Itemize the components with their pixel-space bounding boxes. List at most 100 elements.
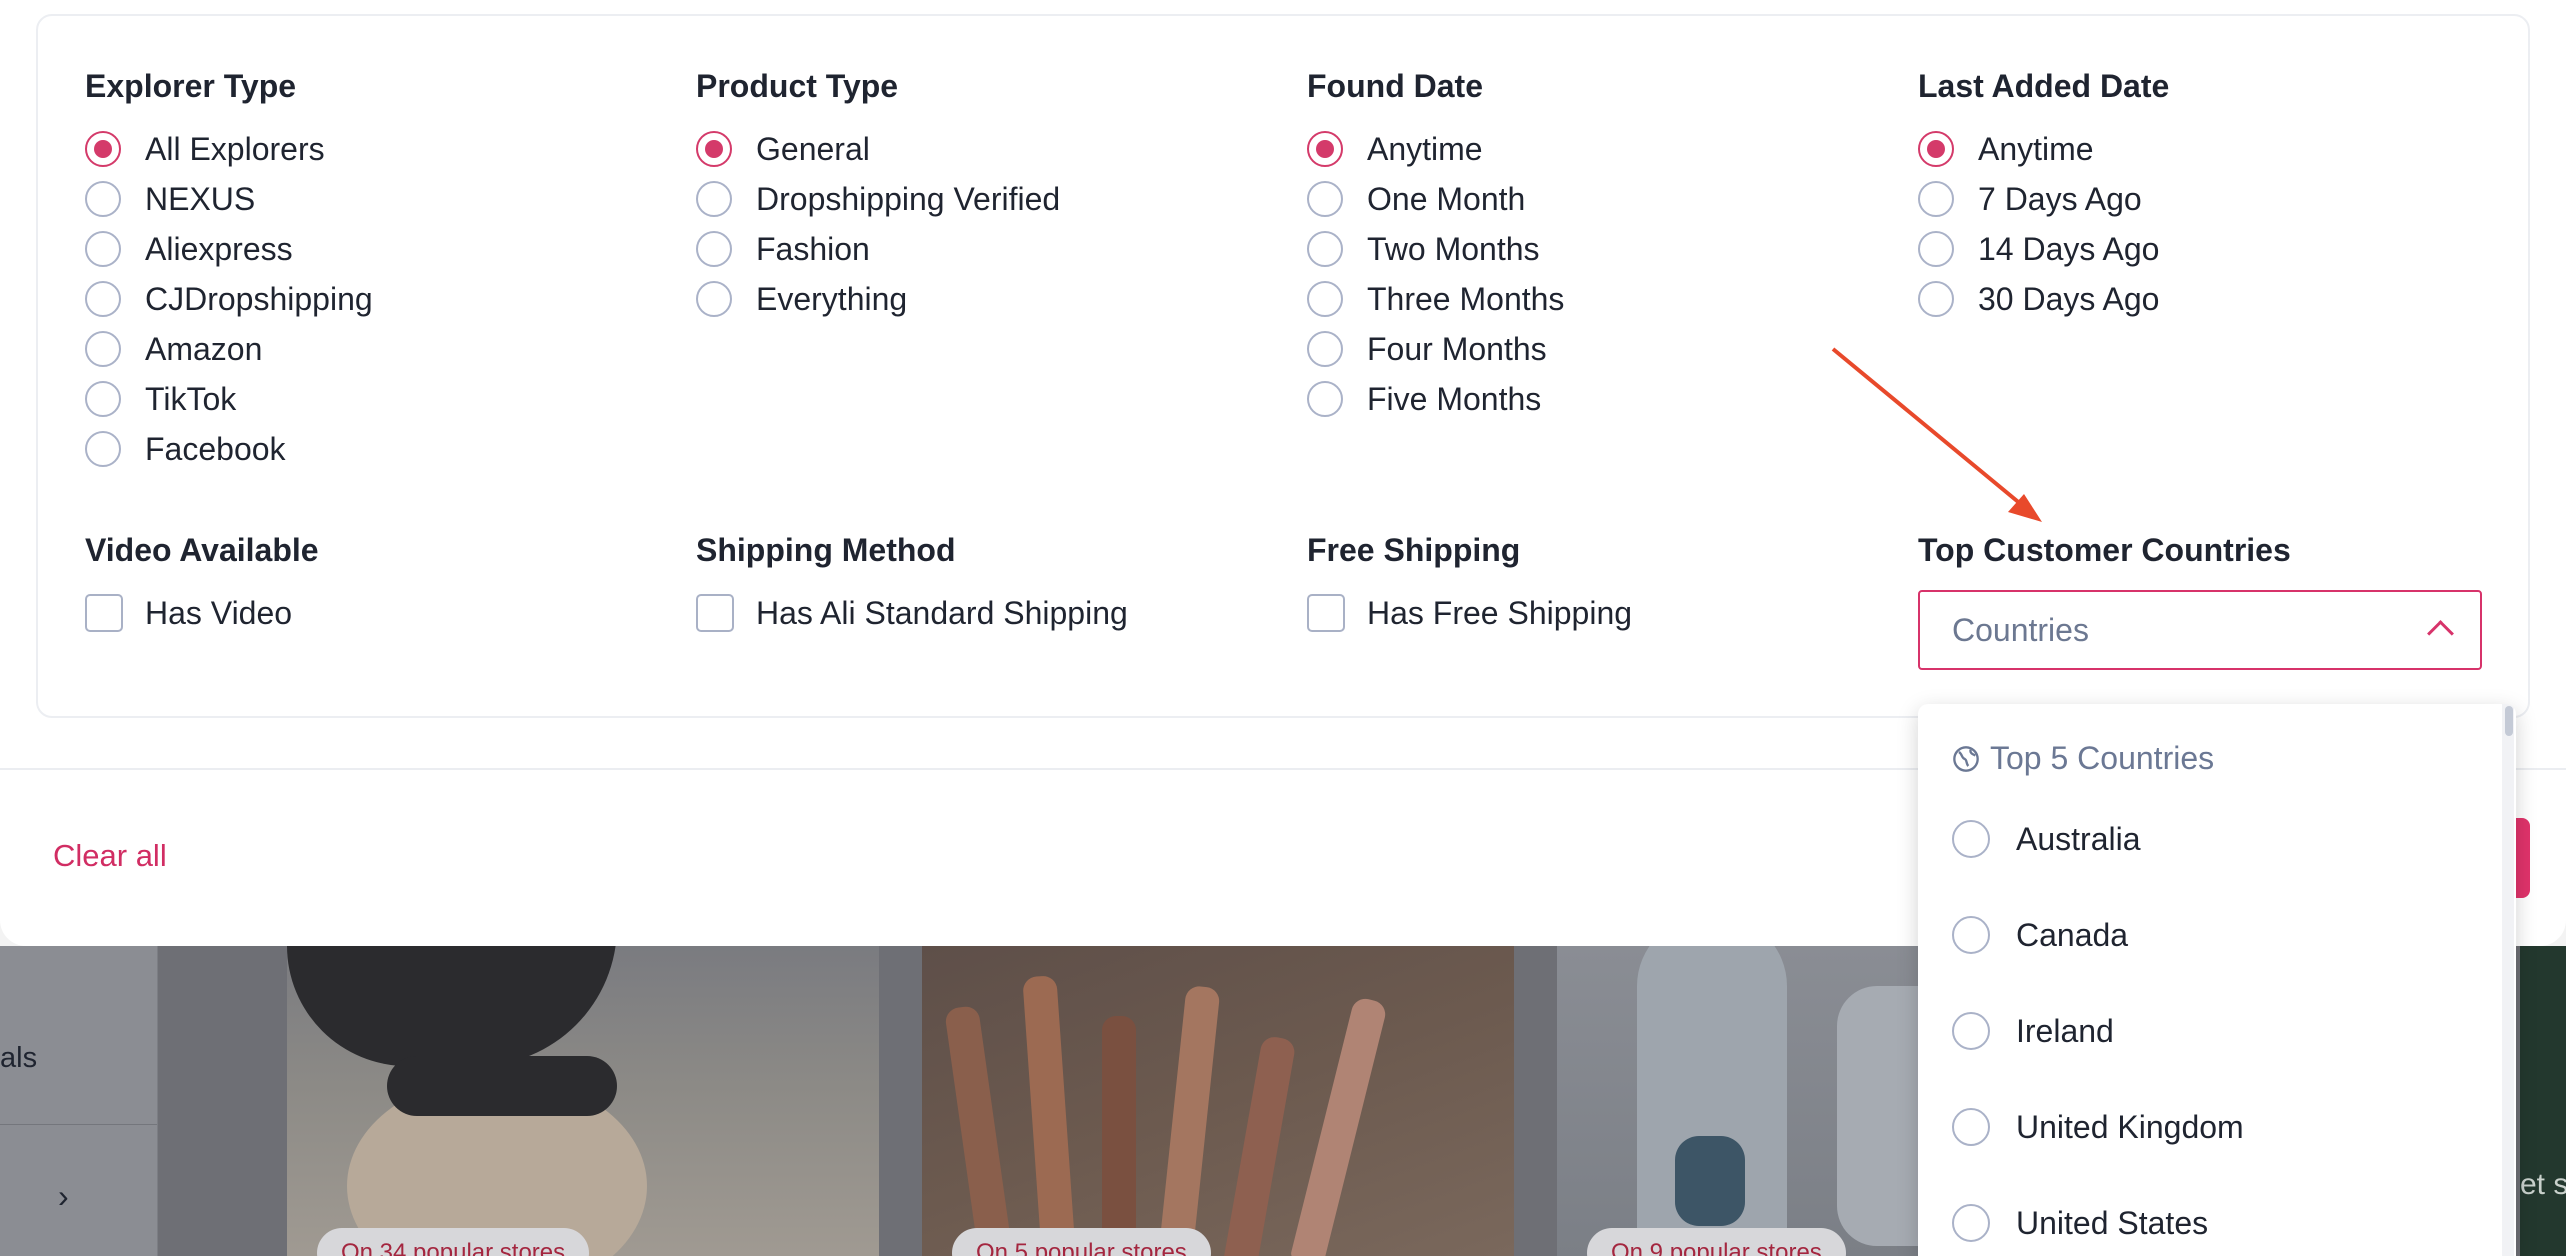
found-date-option-five-months[interactable]: Five Months bbox=[1307, 374, 1564, 424]
explorer-option-all[interactable]: All Explorers bbox=[85, 124, 373, 174]
product-option-fashion[interactable]: Fashion bbox=[696, 224, 1060, 274]
radio[interactable] bbox=[1952, 916, 1990, 954]
last-added-option-anytime[interactable]: Anytime bbox=[1918, 124, 2169, 174]
radio[interactable] bbox=[85, 431, 121, 467]
radio[interactable] bbox=[1307, 331, 1343, 367]
checkbox[interactable] bbox=[1307, 594, 1345, 632]
found-date-option-four-months[interactable]: Four Months bbox=[1307, 324, 1564, 374]
found-date-option-three-months[interactable]: Three Months bbox=[1307, 274, 1564, 324]
radio[interactable] bbox=[696, 181, 732, 217]
background-right-edge: et s bbox=[2520, 946, 2566, 1256]
explorer-option-amazon[interactable]: Amazon bbox=[85, 324, 373, 374]
radio[interactable] bbox=[1307, 381, 1343, 417]
chevron-up-icon bbox=[2427, 620, 2454, 647]
radio-selected[interactable] bbox=[696, 131, 732, 167]
free-shipping-checkbox[interactable]: Has Free Shipping bbox=[1307, 588, 1632, 638]
radio[interactable] bbox=[1952, 1108, 1990, 1146]
chevron-right-icon: › bbox=[58, 1178, 69, 1214]
product-option-everything[interactable]: Everything bbox=[696, 274, 1060, 324]
country-option-united-kingdom[interactable]: United Kingdom bbox=[1952, 1108, 2244, 1146]
shipping-method-title: Shipping Method bbox=[696, 532, 956, 568]
last-added-option-14-days[interactable]: 14 Days Ago bbox=[1918, 224, 2169, 274]
headband-worn-image bbox=[387, 1056, 617, 1116]
last-added-option-7-days[interactable]: 7 Days Ago bbox=[1918, 174, 2169, 224]
headband-image bbox=[287, 946, 617, 1066]
product-option-dropshipping-verified[interactable]: Dropshipping Verified bbox=[696, 174, 1060, 224]
brush-image bbox=[1221, 1034, 1297, 1256]
radio[interactable] bbox=[85, 381, 121, 417]
countries-dropdown: Top 5 Countries Australia Canada Ireland… bbox=[1918, 704, 2516, 1256]
radio[interactable] bbox=[85, 181, 121, 217]
brush-image bbox=[1022, 975, 1076, 1256]
product-card: On 5 popular stores bbox=[922, 946, 1514, 1256]
right-partial-text: et s bbox=[2520, 1168, 2566, 1201]
popular-stores-badge: On 5 popular stores bbox=[952, 1228, 1211, 1256]
countries-select[interactable]: Countries bbox=[1918, 590, 2482, 670]
found-date-group: Found Date Anytime One Month Two Months … bbox=[1307, 66, 1564, 424]
dropdown-scrollbar-thumb[interactable] bbox=[2505, 706, 2513, 736]
sidebar-divider bbox=[0, 1124, 157, 1125]
explorer-type-group: Explorer Type All Explorers NEXUS Aliexp… bbox=[85, 66, 373, 474]
last-added-date-title: Last Added Date bbox=[1918, 68, 2170, 104]
free-shipping-title: Free Shipping bbox=[1307, 532, 1521, 568]
checkbox[interactable] bbox=[696, 594, 734, 632]
background-sidebar: als › bbox=[0, 946, 158, 1256]
found-date-option-two-months[interactable]: Two Months bbox=[1307, 224, 1564, 274]
radio[interactable] bbox=[1952, 820, 1990, 858]
product-type-group: Product Type General Dropshipping Verifi… bbox=[696, 66, 1060, 324]
popular-stores-badge: On 9 popular stores bbox=[1587, 1228, 1846, 1256]
radio[interactable] bbox=[1307, 231, 1343, 267]
country-option-ireland[interactable]: Ireland bbox=[1952, 1012, 2114, 1050]
brush-image bbox=[1289, 995, 1389, 1256]
product-option-general[interactable]: General bbox=[696, 124, 1060, 174]
popular-stores-badge: On 34 popular stores bbox=[317, 1228, 590, 1256]
radio[interactable] bbox=[85, 331, 121, 367]
found-date-option-anytime[interactable]: Anytime bbox=[1307, 124, 1564, 174]
country-option-canada[interactable]: Canada bbox=[1952, 916, 2128, 954]
ali-standard-shipping-checkbox[interactable]: Has Ali Standard Shipping bbox=[696, 588, 1128, 638]
country-option-australia[interactable]: Australia bbox=[1952, 820, 2141, 858]
country-option-united-states[interactable]: United States bbox=[1952, 1204, 2208, 1242]
brush-image bbox=[944, 1004, 1014, 1256]
radio[interactable] bbox=[1952, 1012, 1990, 1050]
last-added-date-group: Last Added Date Anytime 7 Days Ago 14 Da… bbox=[1918, 66, 2169, 324]
dropdown-scrollbar[interactable] bbox=[2502, 704, 2514, 1256]
product-card: On 34 popular stores bbox=[287, 946, 879, 1256]
explorer-option-facebook[interactable]: Facebook bbox=[85, 424, 373, 474]
free-shipping-group: Free Shipping Has Free Shipping bbox=[1307, 530, 1632, 638]
explorer-option-tiktok[interactable]: TikTok bbox=[85, 374, 373, 424]
device-display bbox=[1675, 1136, 1745, 1226]
radio[interactable] bbox=[1918, 231, 1954, 267]
video-available-group: Video Available Has Video bbox=[85, 530, 319, 638]
has-video-checkbox[interactable]: Has Video bbox=[85, 588, 319, 638]
radio-selected[interactable] bbox=[1918, 131, 1954, 167]
explorer-option-nexus[interactable]: NEXUS bbox=[85, 174, 373, 224]
found-date-title: Found Date bbox=[1307, 68, 1483, 104]
product-type-title: Product Type bbox=[696, 68, 899, 104]
radio[interactable] bbox=[1918, 181, 1954, 217]
brush-image bbox=[1102, 1016, 1136, 1256]
shipping-method-group: Shipping Method Has Ali Standard Shippin… bbox=[696, 530, 1128, 638]
globe-icon bbox=[1953, 745, 1979, 772]
countries-select-placeholder: Countries bbox=[1952, 611, 2089, 648]
top-5-countries-header: Top 5 Countries bbox=[1952, 740, 2214, 777]
radio[interactable] bbox=[696, 281, 732, 317]
radio[interactable] bbox=[1952, 1204, 1990, 1242]
found-date-option-one-month[interactable]: One Month bbox=[1307, 174, 1564, 224]
top-customer-countries-group: Top Customer Countries bbox=[1918, 530, 2291, 588]
explorer-option-aliexpress[interactable]: Aliexpress bbox=[85, 224, 373, 274]
brush-image bbox=[1157, 984, 1221, 1256]
sidebar-partial-label: als bbox=[0, 1042, 38, 1074]
radio[interactable] bbox=[1307, 281, 1343, 317]
radio[interactable] bbox=[696, 231, 732, 267]
explorer-option-cjdropshipping[interactable]: CJDropshipping bbox=[85, 274, 373, 324]
radio[interactable] bbox=[1307, 181, 1343, 217]
last-added-option-30-days[interactable]: 30 Days Ago bbox=[1918, 274, 2169, 324]
radio-selected[interactable] bbox=[1307, 131, 1343, 167]
clear-all-button[interactable]: Clear all bbox=[53, 838, 167, 874]
radio[interactable] bbox=[85, 281, 121, 317]
radio-selected[interactable] bbox=[85, 131, 121, 167]
radio[interactable] bbox=[85, 231, 121, 267]
radio[interactable] bbox=[1918, 281, 1954, 317]
checkbox[interactable] bbox=[85, 594, 123, 632]
